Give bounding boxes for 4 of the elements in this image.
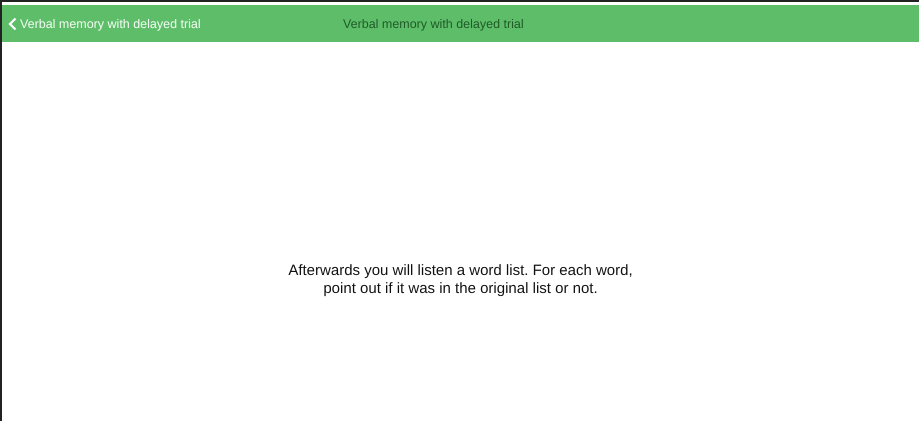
back-chevron-icon (8, 16, 17, 30)
screen-title: Verbal memory with delayed trial (343, 16, 524, 30)
instruction-text: Afterwards you will listen a word list. For each word, point out if it was in the original list or not. (288, 262, 633, 298)
back-button[interactable]: Verbal memory with delayed trial (8, 16, 343, 30)
